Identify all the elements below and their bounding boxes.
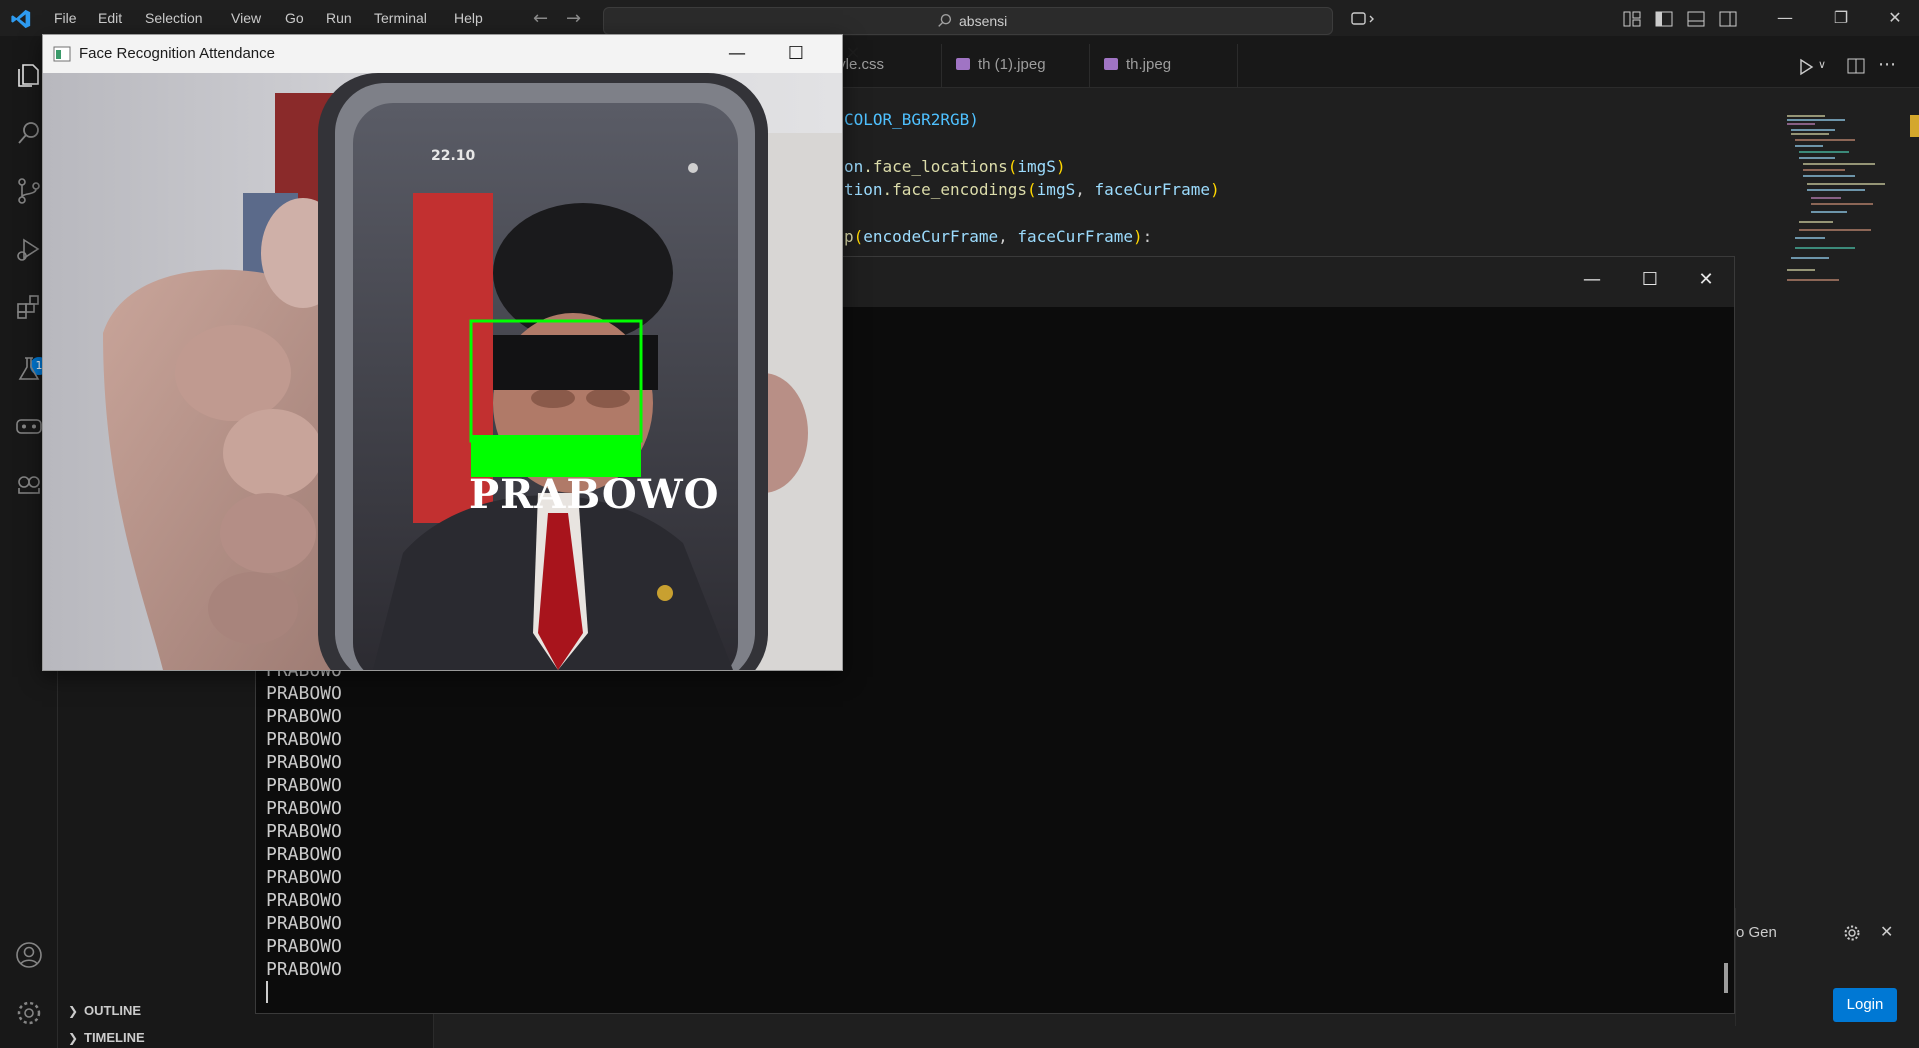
more-actions-icon[interactable]: ⋯ [1878, 54, 1896, 75]
menu-run[interactable]: Run [326, 10, 352, 26]
console-line: PRABOWO [266, 821, 342, 842]
console-line: PRABOWO [266, 729, 342, 750]
copilot-chat-icon[interactable] [14, 470, 44, 500]
console-line: PRABOWO [266, 775, 342, 796]
search-text: absensi [959, 13, 1008, 29]
source-control-icon[interactable] [14, 176, 44, 206]
tab-th-jpeg[interactable]: th.jpeg [1090, 44, 1238, 88]
camera-minimize-icon[interactable]: — [717, 41, 757, 67]
run-play-icon[interactable] [1797, 58, 1815, 76]
face-recognition-window[interactable]: Face Recognition Attendance — ☐ ✕ 22.10 … [42, 34, 861, 671]
console-line: PRABOWO [266, 844, 342, 865]
menu-help[interactable]: Help [454, 10, 483, 26]
camera-feed: 22.10 PRABOWO [43, 73, 842, 670]
code-token: faceCurFrame [1017, 227, 1133, 246]
notification-text: o Gen [1736, 924, 1777, 941]
code-token: .face_locations [863, 157, 1008, 176]
code-token: encodeCurFrame [863, 227, 999, 246]
menu-terminal[interactable]: Terminal [374, 10, 427, 26]
tab-label: th.jpeg [1126, 56, 1172, 73]
camera-frame-image: 22.10 [43, 73, 842, 670]
testing-icon[interactable] [14, 354, 44, 384]
code-token: COLOR_BGR2RGB) [844, 110, 979, 129]
extensions-icon[interactable] [14, 292, 44, 322]
run-dropdown-chevron-icon[interactable]: ∨ [1818, 58, 1826, 71]
camera-close-icon[interactable]: ✕ [833, 41, 873, 67]
account-icon[interactable] [14, 940, 44, 970]
console-line: PRABOWO [266, 798, 342, 819]
console-text-cursor [266, 981, 268, 1003]
toggle-primary-sidebar-icon[interactable] [1654, 10, 1674, 28]
toggle-secondary-sidebar-icon[interactable] [1718, 10, 1738, 28]
explorer-icon[interactable] [14, 60, 44, 90]
console-close-icon[interactable]: ✕ [1686, 269, 1726, 295]
code-line: p(encodeCurFrame, faceCurFrame): [844, 227, 1153, 246]
back-arrow-icon[interactable]: ← [533, 8, 548, 29]
code-token: .face_encodings [882, 180, 1028, 199]
console-scrollbar[interactable] [1724, 963, 1728, 993]
notification-toast: o Gen ✕ Login [1735, 908, 1919, 1026]
close-icon[interactable]: ✕ [1880, 922, 1893, 941]
minimize-icon[interactable]: — [1770, 8, 1800, 28]
console-output: PRABOWO PRABOWO PRABOWO PRABOWO PRABOWO … [266, 659, 866, 981]
console-line: PRABOWO [266, 890, 342, 911]
tab-label: th (1).jpeg [978, 56, 1046, 73]
customize-layout-icon[interactable] [1622, 10, 1642, 28]
command-center-search[interactable]: absensi [603, 7, 1333, 35]
manage-gear-icon[interactable] [14, 998, 44, 1028]
tab-th-1-jpeg[interactable]: th (1).jpeg [942, 44, 1090, 88]
menu-view[interactable]: View [231, 10, 261, 26]
camera-window-title: Face Recognition Attendance [79, 45, 275, 62]
chevron-right-icon: ❯ [68, 1004, 79, 1018]
console-line: PRABOWO [266, 936, 342, 957]
camera-maximize-icon[interactable]: ☐ [776, 41, 816, 67]
gear-icon[interactable] [1843, 924, 1861, 942]
console-line: PRABOWO [266, 752, 342, 773]
menu-edit[interactable]: Edit [98, 10, 122, 26]
image-file-icon [1104, 58, 1118, 70]
face-label: PRABOWO [469, 471, 720, 518]
code-token: imgS [1036, 180, 1076, 199]
console-minimize-icon[interactable]: — [1572, 269, 1612, 295]
console-line: PRABOWO [266, 683, 342, 704]
menu-go[interactable]: Go [285, 10, 304, 26]
editor-scrollbar-marker[interactable] [1910, 115, 1919, 137]
console-line: PRABOWO [266, 913, 342, 934]
minimap[interactable] [1785, 112, 1905, 292]
image-file-icon [956, 58, 970, 70]
console-line: PRABOWO [266, 959, 342, 980]
code-line: COLOR_BGR2RGB) [844, 110, 979, 129]
forward-arrow-icon[interactable]: → [566, 8, 581, 29]
outline-section[interactable]: OUTLINE [84, 1003, 141, 1018]
app-window-icon [53, 46, 71, 62]
vscode-logo-icon [11, 9, 31, 29]
split-editor-icon[interactable] [1846, 57, 1866, 75]
camera-window-title-bar[interactable]: Face Recognition Attendance — ☐ ✕ [43, 35, 861, 73]
code-line: on.face_locations(imgS) [844, 157, 1066, 176]
remote-explorer-icon[interactable] [14, 412, 44, 442]
menu-file[interactable]: File [54, 10, 77, 26]
login-button[interactable]: Login [1833, 988, 1897, 1022]
search-icon[interactable] [14, 118, 44, 148]
code-token: faceCurFrame [1094, 180, 1211, 199]
restore-icon[interactable]: ❐ [1826, 8, 1856, 28]
chevron-right-icon: ❯ [68, 1031, 79, 1045]
run-debug-icon[interactable] [14, 234, 44, 264]
search-icon [938, 14, 952, 27]
menu-selection[interactable]: Selection [145, 10, 203, 26]
close-icon[interactable]: ✕ [1880, 8, 1910, 28]
title-bar: File Edit Selection View Go Run Terminal… [0, 0, 1919, 36]
code-token: imgS [1017, 157, 1056, 176]
console-maximize-icon[interactable]: ☐ [1630, 269, 1670, 295]
toggle-panel-icon[interactable] [1686, 10, 1706, 28]
code-line: tion.face_encodings(imgS, faceCurFrame) [844, 180, 1220, 199]
console-line: PRABOWO [266, 706, 342, 727]
timeline-section[interactable]: TIMELINE [84, 1030, 145, 1045]
console-line: PRABOWO [266, 867, 342, 888]
copilot-icon[interactable] [1350, 10, 1376, 28]
phone-status-time: 22.10 [431, 148, 476, 164]
